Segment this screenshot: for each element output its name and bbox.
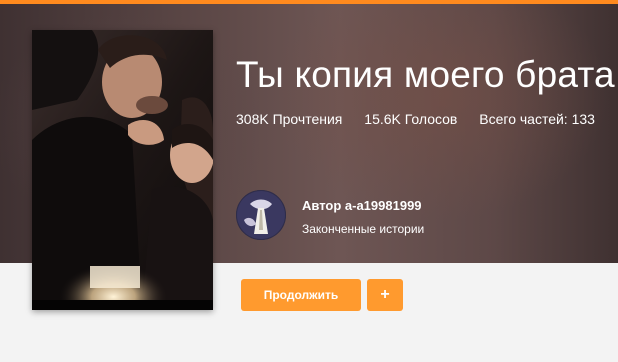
author-avatar[interactable] bbox=[236, 190, 286, 240]
votes-count-label: 15.6K Голосов bbox=[364, 111, 458, 127]
parts-count-label: Всего частей: 133 bbox=[479, 111, 595, 127]
parts-count: Всего частей: 133 bbox=[479, 111, 595, 127]
continue-reading-button[interactable]: Продолжить bbox=[241, 279, 361, 311]
story-stats: 308K Прочтения 15.6K Голосов Всего часте… bbox=[236, 111, 613, 127]
story-cover-image[interactable] bbox=[32, 30, 213, 310]
author-avatar-image bbox=[236, 190, 286, 240]
author-name[interactable]: Автор a-a19981999 bbox=[302, 198, 422, 213]
votes-count: 15.6K Голосов bbox=[364, 111, 457, 127]
reads-count-label: 308K Прочтения bbox=[236, 111, 343, 127]
story-title: Ты копия моего брата. bbox=[236, 54, 618, 95]
author-status: Законченные истории bbox=[302, 222, 425, 236]
reads-count: 308K Прочтения bbox=[236, 111, 342, 127]
add-to-list-button[interactable]: + bbox=[367, 279, 403, 311]
